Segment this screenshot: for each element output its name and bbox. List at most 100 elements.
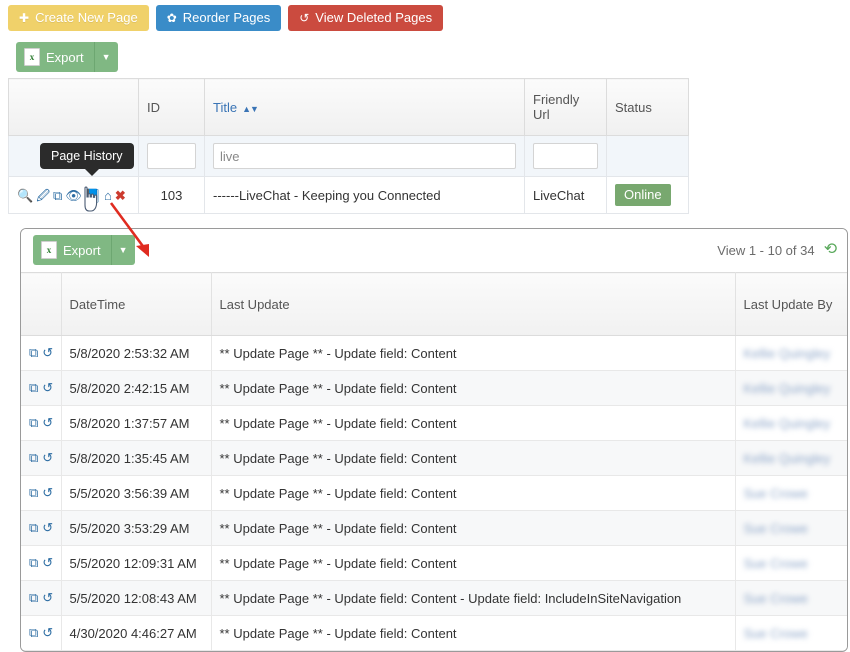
copy-icon[interactable]: ⧉ — [53, 189, 62, 202]
table-row: ⧉ ↺ 5/8/2020 2:53:32 AM ** Update Page ** -… — [21, 335, 847, 371]
history-row-actions: ⧉ ↺ — [21, 545, 62, 581]
history-row-last-update: ** Update Page ** - Update field: Conten… — [211, 440, 736, 476]
copy-icon[interactable]: ⧉ — [29, 485, 38, 501]
history-row-last-update-by: Kellie Quingley — [735, 335, 847, 371]
history-row-datetime: 5/5/2020 12:09:31 AM — [61, 545, 212, 581]
history-export-button[interactable]: x Export — [33, 235, 111, 265]
restore-icon[interactable]: ↺ — [42, 625, 53, 641]
excel-icon: x — [41, 241, 57, 259]
copy-icon[interactable]: ⧉ — [29, 520, 38, 536]
history-row-last-update-by: Kellie Quingley — [735, 370, 847, 406]
copy-icon[interactable]: ⧉ — [29, 380, 38, 396]
history-view-count-group: View 1 - 10 of 34 ⟳ — [717, 241, 837, 258]
copy-icon[interactable]: ⧉ — [29, 415, 38, 431]
history-row-last-update: ** Update Page ** - Update field: Conten… — [211, 545, 736, 581]
pages-row-status: Online — [606, 176, 689, 214]
pages-col-friendly-url[interactable]: Friendly Url — [524, 78, 607, 136]
status-badge: Online — [615, 184, 671, 206]
red-arrow-annotation-icon — [109, 202, 149, 257]
filter-friendly-url-input[interactable] — [533, 143, 598, 169]
pages-col-title[interactable]: Title ▲▼ — [204, 78, 525, 136]
refresh-icon[interactable]: ⟳ — [824, 241, 837, 258]
sort-carets-icon[interactable]: ▲▼ — [242, 104, 259, 114]
redacted-user-name: Kellie Quingley — [743, 345, 831, 361]
redacted-user-name: Kellie Quingley — [743, 415, 831, 431]
history-row-last-update: ** Update Page ** - Update field: Conten… — [211, 475, 736, 511]
history-col-actions — [21, 272, 62, 336]
history-row-last-update-by: Sue Crowe — [735, 615, 847, 651]
pages-row-title: ------LiveChat - Keeping you Connected — [204, 176, 525, 214]
history-row-last-update-by: Sue Crowe — [735, 475, 847, 511]
pages-table-header-row: ID Title ▲▼ Friendly Url Status — [8, 78, 689, 136]
create-new-page-button[interactable]: ✚ Create New Page — [8, 5, 149, 31]
history-row-actions: ⧉ ↺ — [21, 405, 62, 441]
history-row-actions: ⧉ ↺ — [21, 370, 62, 406]
history-col-datetime[interactable]: DateTime — [61, 272, 212, 336]
chevron-down-icon: ▼ — [101, 52, 111, 62]
history-row-actions: ⧉ ↺ — [21, 580, 62, 616]
reorder-pages-label: Reorder Pages — [182, 10, 271, 25]
table-row: ⧉ ↺ 5/8/2020 1:37:57 AM ** Update Page ** -… — [21, 405, 847, 441]
pages-export-label: Export — [46, 49, 84, 65]
history-row-last-update-by: Sue Crowe — [735, 580, 847, 616]
history-row-datetime: 5/8/2020 1:37:57 AM — [61, 405, 212, 441]
copy-icon[interactable]: ⧉ — [29, 625, 38, 641]
history-row-datetime: 5/8/2020 2:53:32 AM — [61, 335, 212, 371]
pages-export-caret-button[interactable]: ▼ — [93, 42, 118, 72]
history-row-last-update-by: Sue Crowe — [735, 510, 847, 546]
history-row-action-icons: ⧉ ↺ — [29, 380, 53, 396]
restore-icon[interactable]: ↺ — [42, 450, 53, 466]
restore-icon[interactable]: ↺ — [42, 415, 53, 431]
copy-icon[interactable]: ⧉ — [29, 345, 38, 361]
table-row: ⧉ ↺ 5/8/2020 1:35:45 AM ** Update Page ** -… — [21, 440, 847, 476]
history-row-action-icons: ⧉ ↺ — [29, 590, 53, 606]
copy-icon[interactable]: ⧉ — [29, 450, 38, 466]
history-row-datetime: 5/5/2020 3:56:39 AM — [61, 475, 212, 511]
redacted-user-name: Sue Crowe — [743, 590, 808, 606]
redacted-user-name: Kellie Quingley — [743, 450, 831, 466]
undo-icon: ↺ — [299, 11, 310, 25]
filter-cell-status — [606, 135, 689, 177]
table-row: ⧉ ↺ 5/5/2020 12:09:31 AM ** Update Page ** … — [21, 545, 847, 581]
history-table: DateTime Last Update Last Update By ⧉ ↺ 5/… — [21, 272, 847, 651]
history-row-datetime: 5/8/2020 2:42:15 AM — [61, 370, 212, 406]
filter-title-input[interactable] — [213, 143, 516, 169]
history-row-datetime: 4/30/2020 4:46:27 AM — [61, 615, 212, 651]
restore-icon[interactable]: ↺ — [42, 380, 53, 396]
plus-icon: ✚ — [19, 11, 30, 25]
history-row-last-update: ** Update Page ** - Update field: Conten… — [211, 405, 736, 441]
redacted-user-name: Sue Crowe — [743, 625, 808, 641]
history-row-action-icons: ⧉ ↺ — [29, 450, 53, 466]
restore-icon[interactable]: ↺ — [42, 555, 53, 571]
history-col-last-update[interactable]: Last Update — [211, 272, 736, 336]
history-row-last-update: ** Update Page ** - Update field: Conten… — [211, 615, 736, 651]
page-history-tooltip: Page History — [40, 143, 134, 176]
filter-id-input[interactable] — [147, 143, 196, 169]
filter-cell-id — [138, 135, 205, 177]
restore-icon[interactable]: ↺ — [42, 590, 53, 606]
history-row-actions: ⧉ ↺ — [21, 510, 62, 546]
filter-cell-friendly-url — [524, 135, 607, 177]
restore-icon[interactable]: ↺ — [42, 520, 53, 536]
view-deleted-pages-button[interactable]: ↺ View Deleted Pages — [288, 5, 444, 31]
copy-icon[interactable]: ⧉ — [29, 555, 38, 571]
search-icon[interactable]: 🔍 — [17, 189, 33, 202]
restore-icon[interactable]: ↺ — [42, 485, 53, 501]
history-row-actions: ⧉ ↺ — [21, 615, 62, 651]
edit-icon[interactable]: 🖉 — [36, 189, 50, 202]
pages-export-button[interactable]: x Export — [16, 42, 94, 72]
copy-icon[interactable]: ⧉ — [29, 590, 38, 606]
pages-col-id[interactable]: ID — [138, 78, 205, 136]
history-col-last-update-by[interactable]: Last Update By — [735, 272, 847, 336]
history-row-actions: ⧉ ↺ — [21, 335, 62, 371]
pages-panel: x Export ▼ ID Title ▲▼ Friendly Url Statu… — [8, 37, 689, 214]
pages-col-title-label: Title — [213, 99, 238, 115]
view-deleted-pages-label: View Deleted Pages — [315, 10, 433, 25]
pages-col-status[interactable]: Status — [606, 78, 689, 136]
redacted-user-name: Sue Crowe — [743, 555, 808, 571]
excel-icon: x — [24, 48, 40, 66]
restore-icon[interactable]: ↺ — [42, 345, 53, 361]
reorder-pages-button[interactable]: ✿ Reorder Pages — [155, 5, 282, 31]
page-history-panel: x Export ▼ View 1 - 10 of 34 ⟳ DateTime … — [20, 228, 848, 652]
redacted-user-name: Sue Crowe — [743, 485, 808, 501]
